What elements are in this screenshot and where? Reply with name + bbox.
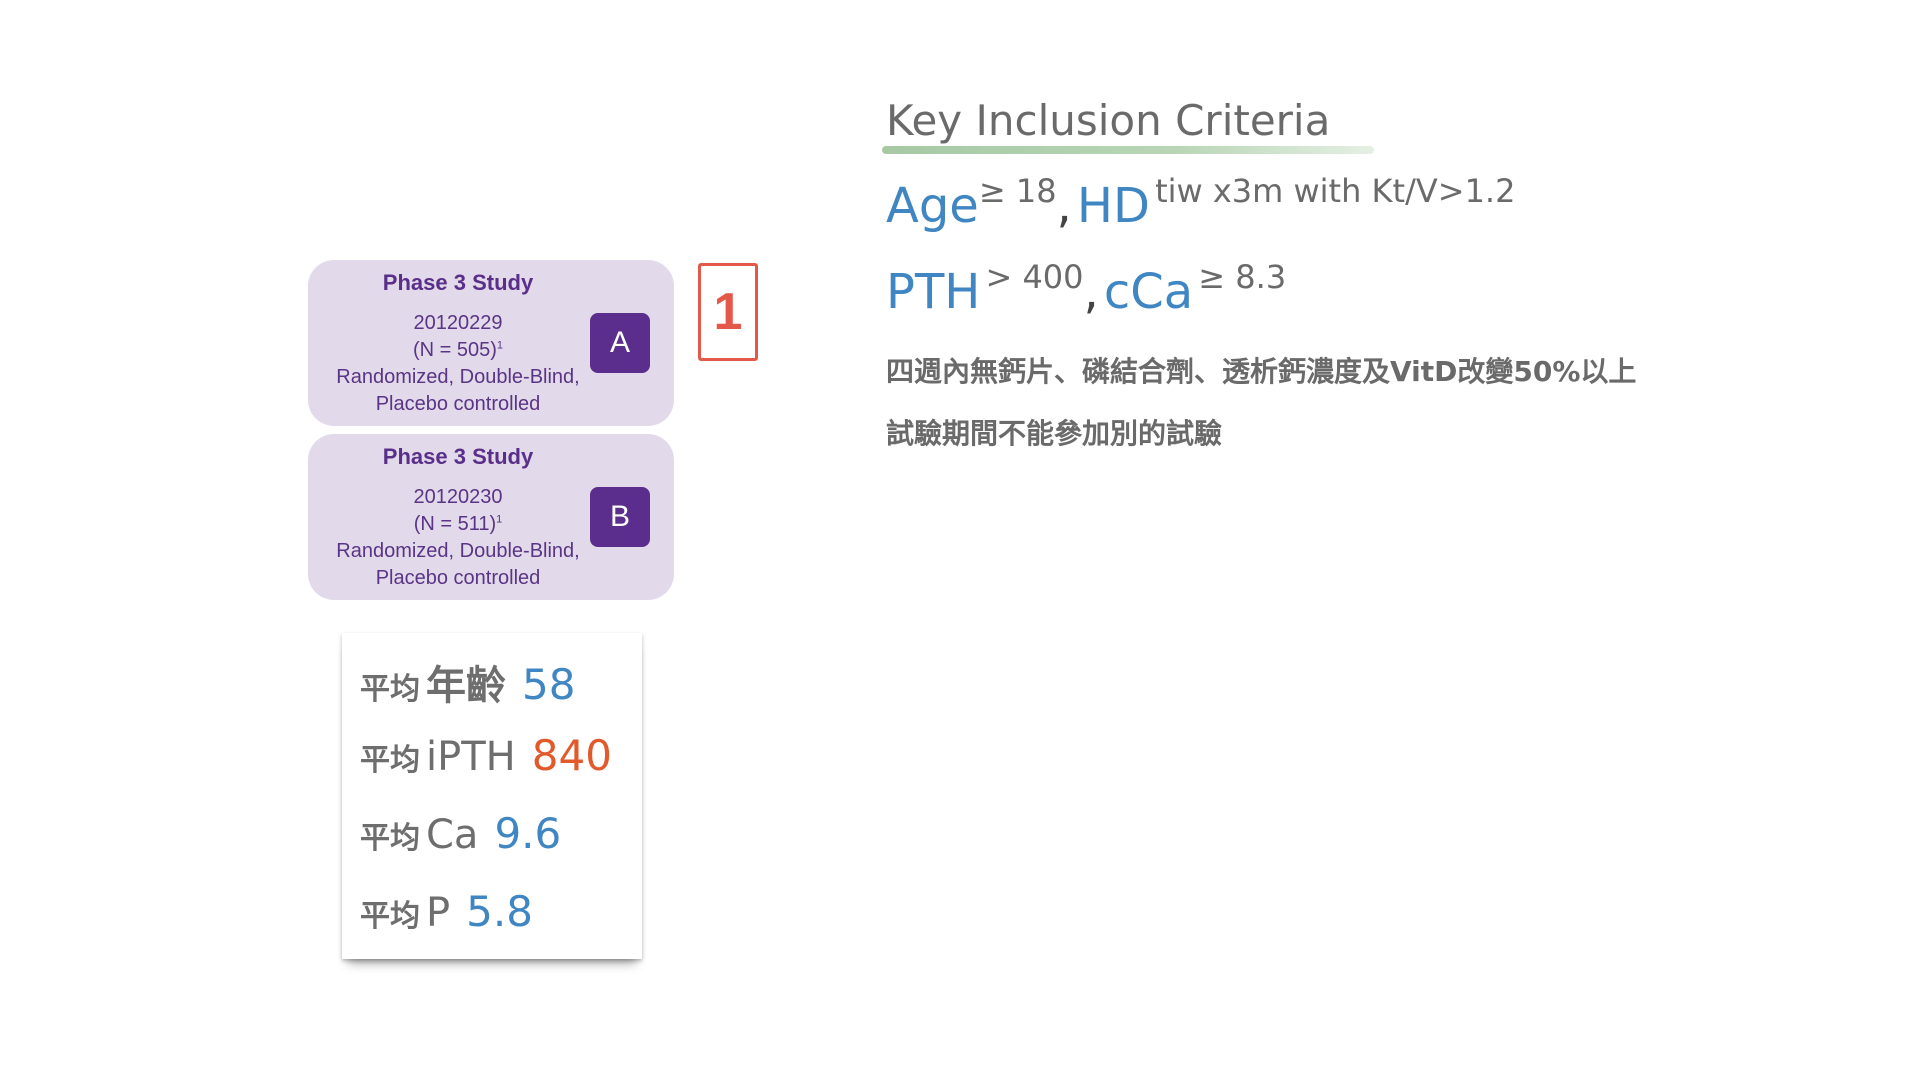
criteria-line-age-hd: Age≥ 18, HD tiw x3m with Kt/V>1.2 [886,172,1515,234]
criteria-hd-label: HD [1076,178,1150,234]
stat-prefix: 平均 [360,821,420,856]
study-card-b: Phase 3 Study 20120230 (N = 511)1 Random… [308,434,674,600]
study-details: 20120230 (N = 511)1 Randomized, Double-B… [308,484,608,592]
study-letter-badge: A [590,313,650,373]
study-title: Phase 3 Study [382,270,534,295]
criteria-hd-condition: tiw x3m with Kt/V>1.2 [1155,172,1516,210]
stat-value: 5.8 [466,887,533,936]
study-n: (N = 511)1 [308,511,608,538]
criteria-note-other-trials: 試驗期間不能參加別的試驗 [886,417,1223,450]
criteria-cca-condition: ≥ 8.3 [1198,258,1287,296]
criteria-note-medication: 四週內無鈣片、磷結合劑、透析鈣濃度及VitD改變50%以上 [886,355,1637,388]
stat-row-ipth: 平均 iPTH 840 [360,731,612,791]
study-design-line2: Placebo controlled [375,567,541,589]
callout-number-box: 1 [698,263,758,361]
stat-row-age: 平均 年齡 58 [360,653,575,713]
study-card-a: Phase 3 Study 20120229 (N = 505)1 Random… [308,260,674,426]
study-details: 20120229 (N = 505)1 Randomized, Double-B… [308,310,608,418]
slide: Phase 3 Study 20120229 (N = 505)1 Random… [0,0,1920,1080]
study-title: Phase 3 Study [382,444,534,469]
study-n-value: (N = 511) [413,513,497,535]
criteria-age-label: Age [886,178,979,234]
stat-prefix: 平均 [360,672,420,707]
criteria-comma: , [1083,264,1099,320]
stat-label: 年齡 [426,663,506,709]
criteria-age-condition: ≥ 18 [978,172,1057,210]
stat-prefix: 平均 [360,899,420,934]
stat-prefix: 平均 [360,743,420,778]
study-design-line1: Randomized, Double-Blind, [336,366,580,388]
stat-value: 840 [531,731,612,780]
criteria-cca-label: cCa [1103,264,1194,320]
stats-card: 平均 年齡 58 平均 iPTH 840 平均 Ca 9.6 平均 P 5.8 [342,633,642,959]
criteria-pth-condition: > 400 [985,258,1084,296]
study-design-line2: Placebo controlled [375,393,541,415]
stat-label: P [426,890,451,936]
criteria-title: Key Inclusion Criteria [886,96,1331,145]
criteria-comma: , [1056,178,1072,234]
study-id: 20120229 [413,312,503,334]
study-n: (N = 505)1 [308,337,608,364]
stat-value: 58 [522,660,576,709]
criteria-title-underline [882,146,1374,154]
stat-value: 9.6 [494,809,562,858]
stat-row-ca: 平均 Ca 9.6 [360,809,561,869]
criteria-pth-label: PTH [886,264,981,320]
stat-label: Ca [426,812,479,858]
stat-row-p: 平均 P 5.8 [360,887,533,947]
study-n-value: (N = 505) [412,339,497,361]
stat-label: iPTH [426,734,516,780]
criteria-line-pth-cca: PTH > 400, cCa ≥ 8.3 [886,258,1286,320]
study-footnote: 1 [496,513,503,526]
study-design-line1: Randomized, Double-Blind, [336,540,580,562]
study-footnote: 1 [496,339,504,352]
study-letter-badge: B [590,487,650,547]
study-id: 20120230 [413,486,503,508]
